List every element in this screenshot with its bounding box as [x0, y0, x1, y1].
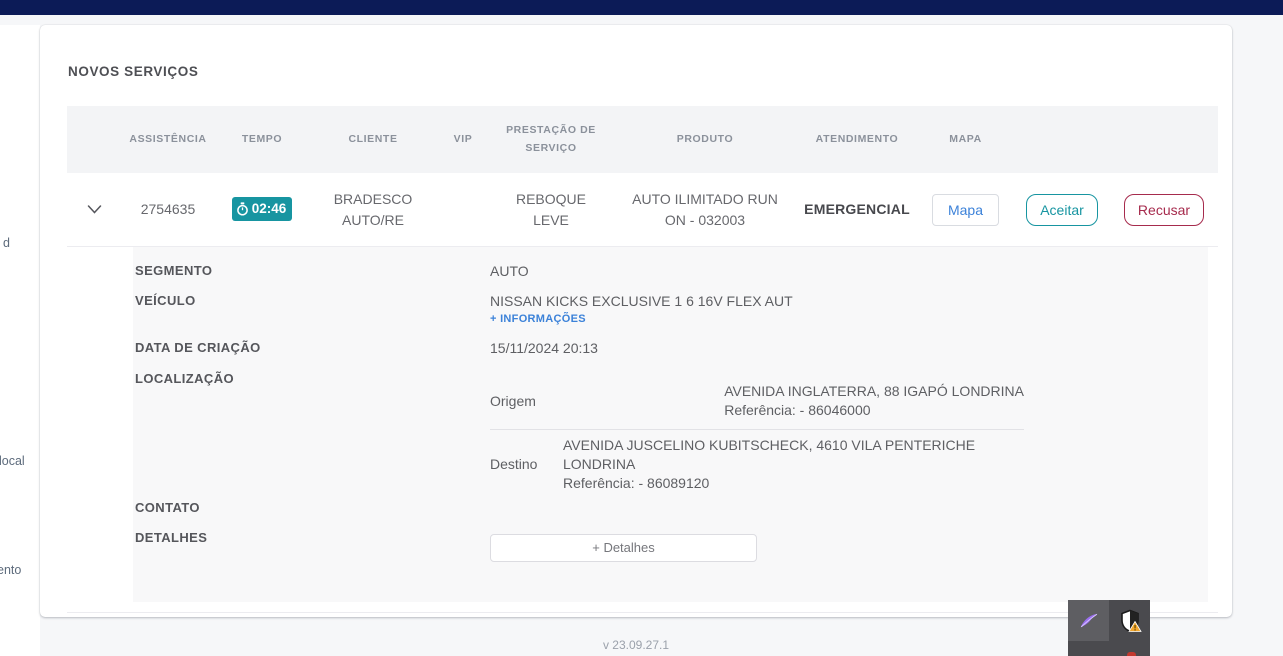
- destino-row: Destino AVENIDA JUSCELINO KUBITSCHECK, 4…: [490, 436, 1024, 493]
- shield-warning-icon: [1120, 609, 1142, 632]
- localizacao-block: Origem AVENIDA INGLATERRA, 88 IGAPÓ LOND…: [490, 371, 1024, 493]
- tray-item-shield[interactable]: [1109, 600, 1150, 641]
- sidebar-item-fragment[interactable]: local: [0, 454, 25, 468]
- table-bottom-border: [67, 612, 1218, 613]
- data-criacao-label: DATA DE CRIAÇÃO: [135, 340, 261, 355]
- origem-endereco: AVENIDA INGLATERRA, 88 IGAPÓ LONDRINA: [724, 383, 1024, 400]
- veiculo-label: VEÍCULO: [135, 293, 196, 308]
- detail-row-segmento: SEGMENTO AUTO: [133, 263, 1208, 293]
- prestacao-text: REBOQUE LEVE: [515, 190, 586, 228]
- cliente-text: BRADESCO AUTO/RE: [333, 190, 413, 228]
- header-atendimento: ATENDIMENTO: [815, 132, 899, 145]
- recusar-button[interactable]: Recusar: [1123, 193, 1205, 226]
- cell-prestacao-servico: REBOQUE LEVE: [489, 189, 613, 231]
- header-cliente: CLIENTE: [348, 132, 398, 145]
- service-row[interactable]: 2754635 02:46 BRADESCO AUTO/RE REBOQUE L…: [67, 173, 1218, 247]
- veiculo-value-block: NISSAN KICKS EXCLUSIVE 1 6 16V FLEX AUT …: [490, 293, 1208, 340]
- top-navigation-bar: [0, 0, 1283, 15]
- sidebar-cutoff: d local ento ervico: [0, 25, 40, 656]
- table-header-row: ASSISTÊNCIA TEMPO CLIENTE VIP PRESTAÇÃO …: [67, 106, 1218, 173]
- detail-row-localizacao: LOCALIZAÇÃO Origem AVENIDA INGLATERRA, 8…: [133, 371, 1208, 500]
- detalhes-value-block: + Detalhes: [490, 530, 1208, 600]
- cell-mapa: Mapa: [917, 193, 1014, 226]
- tray-item-cutoff-red: [1127, 652, 1136, 656]
- stopwatch-icon: [236, 202, 248, 216]
- header-vip: VIP: [453, 132, 473, 145]
- detalhes-button[interactable]: + Detalhes: [490, 534, 757, 562]
- cell-recusar: Recusar: [1110, 193, 1218, 226]
- detail-row-contato: CONTATO: [133, 500, 1208, 530]
- detalhes-label: DETALHES: [135, 530, 208, 545]
- informacoes-link[interactable]: + INFORMAÇÕES: [490, 313, 586, 325]
- contato-value: [490, 500, 1208, 530]
- produto-text: AUTO ILIMITADO RUN ON - 032003: [632, 190, 778, 228]
- timer-badge: 02:46: [231, 196, 293, 222]
- destino-referencia: Referência: - 86089120: [563, 474, 710, 491]
- origem-address-block: AVENIDA INGLATERRA, 88 IGAPÓ LONDRINA Re…: [724, 382, 1024, 420]
- cell-tempo: 02:46: [215, 196, 309, 222]
- chevron-down-icon: [87, 205, 101, 214]
- sidebar-item-fragment[interactable]: ento: [0, 563, 21, 577]
- detail-row-veiculo: VEÍCULO NISSAN KICKS EXCLUSIVE 1 6 16V F…: [133, 293, 1208, 340]
- destino-endereco: AVENIDA JUSCELINO KUBITSCHECK, 4610 VILA…: [563, 437, 976, 472]
- header-tempo: TEMPO: [241, 132, 283, 145]
- header-mapa: MAPA: [949, 132, 982, 145]
- system-tray-popup: [1068, 600, 1150, 656]
- version-text: v 23.09.27.1: [602, 638, 670, 652]
- sidebar-item-fragment[interactable]: d: [3, 236, 10, 250]
- feather-icon: [1080, 613, 1097, 627]
- segmento-value: AUTO: [490, 263, 529, 279]
- data-criacao-value: 15/11/2024 20:13: [490, 340, 598, 356]
- origem-label: Origem: [490, 393, 536, 409]
- localizacao-divider: [490, 429, 1024, 430]
- novos-servicos-card: NOVOS SERVIÇOS ASSISTÊNCIA TEMPO CLIENTE…: [40, 25, 1232, 617]
- contato-label: CONTATO: [135, 500, 200, 515]
- origem-row: Origem AVENIDA INGLATERRA, 88 IGAPÓ LOND…: [490, 377, 1024, 425]
- cell-produto: AUTO ILIMITADO RUN ON - 032003: [613, 189, 797, 231]
- page-title: NOVOS SERVIÇOS: [68, 64, 199, 79]
- header-produto: PRODUTO: [676, 132, 734, 145]
- segmento-label: SEGMENTO: [135, 263, 213, 278]
- origem-referencia: Referência: - 86046000: [724, 402, 871, 418]
- service-details-panel: SEGMENTO AUTO VEÍCULO NISSAN KICKS EXCLU…: [133, 247, 1208, 602]
- row-expand-toggle[interactable]: [67, 205, 121, 214]
- header-assistencia: ASSISTÊNCIA: [129, 132, 207, 145]
- destino-label: Destino: [490, 456, 538, 473]
- cell-atendimento: EMERGENCIAL: [804, 201, 910, 217]
- aceitar-button[interactable]: Aceitar: [1026, 193, 1098, 226]
- detail-row-data-criacao: DATA DE CRIAÇÃO 15/11/2024 20:13: [133, 340, 1208, 371]
- detail-row-detalhes: DETALHES + Detalhes: [133, 530, 1208, 600]
- tray-item-feather[interactable]: [1068, 600, 1109, 641]
- cell-aceitar: Aceitar: [1014, 193, 1110, 226]
- cell-cliente: BRADESCO AUTO/RE: [309, 189, 437, 231]
- services-table: ASSISTÊNCIA TEMPO CLIENTE VIP PRESTAÇÃO …: [67, 106, 1218, 613]
- cell-assistencia: 2754635: [140, 201, 196, 217]
- timer-value: 02:46: [251, 200, 287, 216]
- destino-address-block: AVENIDA JUSCELINO KUBITSCHECK, 4610 VILA…: [563, 436, 1024, 493]
- header-prestacao-servico: PRESTAÇÃO DE SERVIÇO: [506, 123, 596, 154]
- veiculo-value: NISSAN KICKS EXCLUSIVE 1 6 16V FLEX AUT: [490, 293, 793, 309]
- mapa-button[interactable]: Mapa: [931, 193, 1000, 226]
- localizacao-value-block: Origem AVENIDA INGLATERRA, 88 IGAPÓ LOND…: [490, 371, 1208, 500]
- localizacao-label: LOCALIZAÇÃO: [135, 371, 234, 386]
